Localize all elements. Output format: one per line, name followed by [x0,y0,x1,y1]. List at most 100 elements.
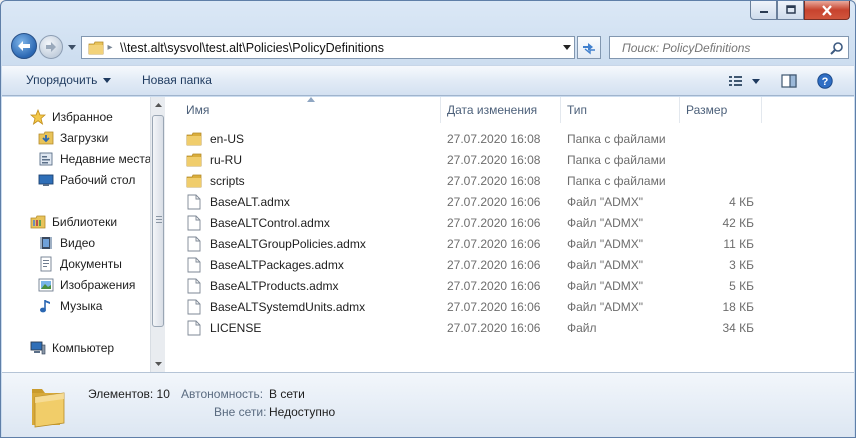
file-name-cell: BaseALTGroupPolicies.admx [186,233,366,254]
file-type: Файл "ADMX" [567,278,644,293]
breadcrumb-separator[interactable]: ▸ [106,42,114,53]
search-input[interactable] [610,40,826,55]
file-name: BaseALTControl.admx [210,215,330,230]
recent-places-icon [38,151,54,167]
content-area: Избранное Загрузки Недавние места Рабочи… [2,97,854,372]
organize-button[interactable]: Упорядочить [26,73,112,87]
folder-large-icon [28,379,68,429]
file-size: 4 КБ [729,194,754,209]
sidebar-item-computer[interactable]: Компьютер [30,338,114,358]
file-name: BaseALTPackages.admx [210,257,344,272]
file-row[interactable]: BaseALT.admx 27.07.2020 16:06 Файл "ADMX" 4… [166,191,766,212]
chevron-down-icon [752,78,760,84]
file-date: 27.07.2020 16:06 [447,299,541,314]
column-header-type[interactable]: Тип [561,97,680,123]
chevron-up-icon [154,103,162,107]
search-icon[interactable] [826,37,848,58]
file-row[interactable]: BaseALTControl.admx 27.07.2020 16:06 Файл … [166,212,766,233]
help-icon: ? [817,73,833,89]
sidebar-label: Видео [60,236,96,250]
file-row[interactable]: en-US 27.07.2020 16:08 Папка с файлами [166,128,766,149]
offline-status-label: Вне сети: [214,405,267,419]
view-options-button[interactable] [725,70,763,92]
search-box[interactable] [609,36,849,59]
file-row[interactable]: scripts 27.07.2020 16:08 Папка с файлами [166,170,766,191]
sidebar-item-downloads[interactable]: Загрузки [38,128,108,148]
sidebar-item-pictures[interactable]: Изображения [38,275,135,295]
star-icon [30,109,46,125]
scroll-down-button[interactable] [151,356,165,372]
sidebar-item-recent-places[interactable]: Недавние места [38,149,151,169]
file-size [686,170,754,191]
file-row[interactable]: BaseALTPackages.admx 27.07.2020 16:06 Файл… [166,254,766,275]
file-date: 27.07.2020 16:06 [447,320,541,335]
back-button[interactable] [11,33,37,59]
details-pane: Элементов: 10 Автономность: В сети Вне с… [2,372,854,437]
file-name-cell: BaseALTProducts.admx [186,275,339,296]
file-type: Файл "ADMX" [567,299,644,314]
file-row[interactable]: BaseALTProducts.admx 27.07.2020 16:06 Файл… [166,275,766,296]
maximize-button[interactable] [777,1,804,20]
file-type: Файл "ADMX" [567,257,644,272]
sidebar-label: Документы [60,257,122,271]
navigation-pane: Избранное Загрузки Недавние места Рабочи… [2,97,165,372]
caption-buttons [750,1,850,21]
help-button[interactable]: ? [814,70,836,92]
folder-icon [186,173,202,189]
navigation-scrollbar[interactable] [150,97,165,372]
sidebar-item-desktop[interactable]: Рабочий стол [38,170,135,190]
folder-icon [186,131,202,147]
new-folder-button[interactable]: Новая папка [142,73,212,87]
file-row[interactable]: BaseALTGroupPolicies.admx 27.07.2020 16:0… [166,233,766,254]
file-name: BaseALTSystemdUnits.admx [210,299,366,314]
close-button[interactable] [804,1,850,20]
column-header-date[interactable]: Дата изменения [441,97,561,123]
file-date: 27.07.2020 16:08 [447,131,541,146]
scrollbar-thumb[interactable] [152,115,164,327]
file-row[interactable]: BaseALTSystemdUnits.admx 27.07.2020 16:06… [166,296,766,317]
file-icon [186,299,202,315]
command-bar: Упорядочить Новая папка ? [2,65,854,96]
organize-label: Упорядочить [26,73,98,87]
sidebar-item-documents[interactable]: Документы [38,254,122,274]
file-date: 27.07.2020 16:06 [447,257,541,272]
desktop-icon [38,172,54,188]
file-type: Папка с файлами [567,152,666,167]
sidebar-item-music[interactable]: Музыка [38,296,102,316]
file-name-cell: BaseALTControl.admx [186,212,330,233]
file-icon [186,194,202,210]
file-type: Файл "ADMX" [567,215,644,230]
file-type: Папка с файлами [567,131,666,146]
folder-icon [186,152,202,168]
preview-pane-button[interactable] [778,70,800,92]
file-date: 27.07.2020 16:06 [447,215,541,230]
file-row[interactable]: ru-RU 27.07.2020 16:08 Папка с файлами [166,149,766,170]
sidebar-item-video[interactable]: Видео [38,233,95,253]
offline-availability-label: Автономность: [181,387,264,401]
column-header-size[interactable]: Размер [680,97,762,123]
file-name-cell: BaseALTSystemdUnits.admx [186,296,365,317]
sidebar-label: Библиотеки [52,215,118,229]
forward-button[interactable] [39,35,63,59]
refresh-button[interactable] [577,36,601,59]
sidebar-item-libraries[interactable]: Библиотеки [30,212,117,232]
sidebar-label: Рабочий стол [60,173,136,187]
address-dropdown-button[interactable] [560,37,574,58]
column-header-name[interactable]: Имя [180,97,441,123]
recent-pages-button[interactable] [67,42,77,52]
scroll-up-button[interactable] [151,97,165,113]
offline-availability-value: В сети [269,387,305,401]
minimize-button[interactable] [750,1,777,20]
chevron-down-icon [563,45,571,50]
music-icon [38,298,54,314]
sidebar-item-favorites[interactable]: Избранное [30,107,113,127]
libraries-icon [30,214,46,230]
address-path[interactable]: \\test.alt\sysvol\test.alt\Policies\Poli… [114,41,560,55]
address-bar[interactable]: ▸ \\test.alt\sysvol\test.alt\Policies\Po… [81,36,575,59]
file-row[interactable]: LICENSE 27.07.2020 16:06 Файл 34 КБ [166,317,766,338]
folder-icon [86,37,106,58]
file-date: 27.07.2020 16:08 [447,152,541,167]
file-type: Папка с файлами [567,173,666,188]
file-name-cell: LICENSE [186,317,261,338]
address-row: ▸ \\test.alt\sysvol\test.alt\Policies\Po… [9,32,849,62]
